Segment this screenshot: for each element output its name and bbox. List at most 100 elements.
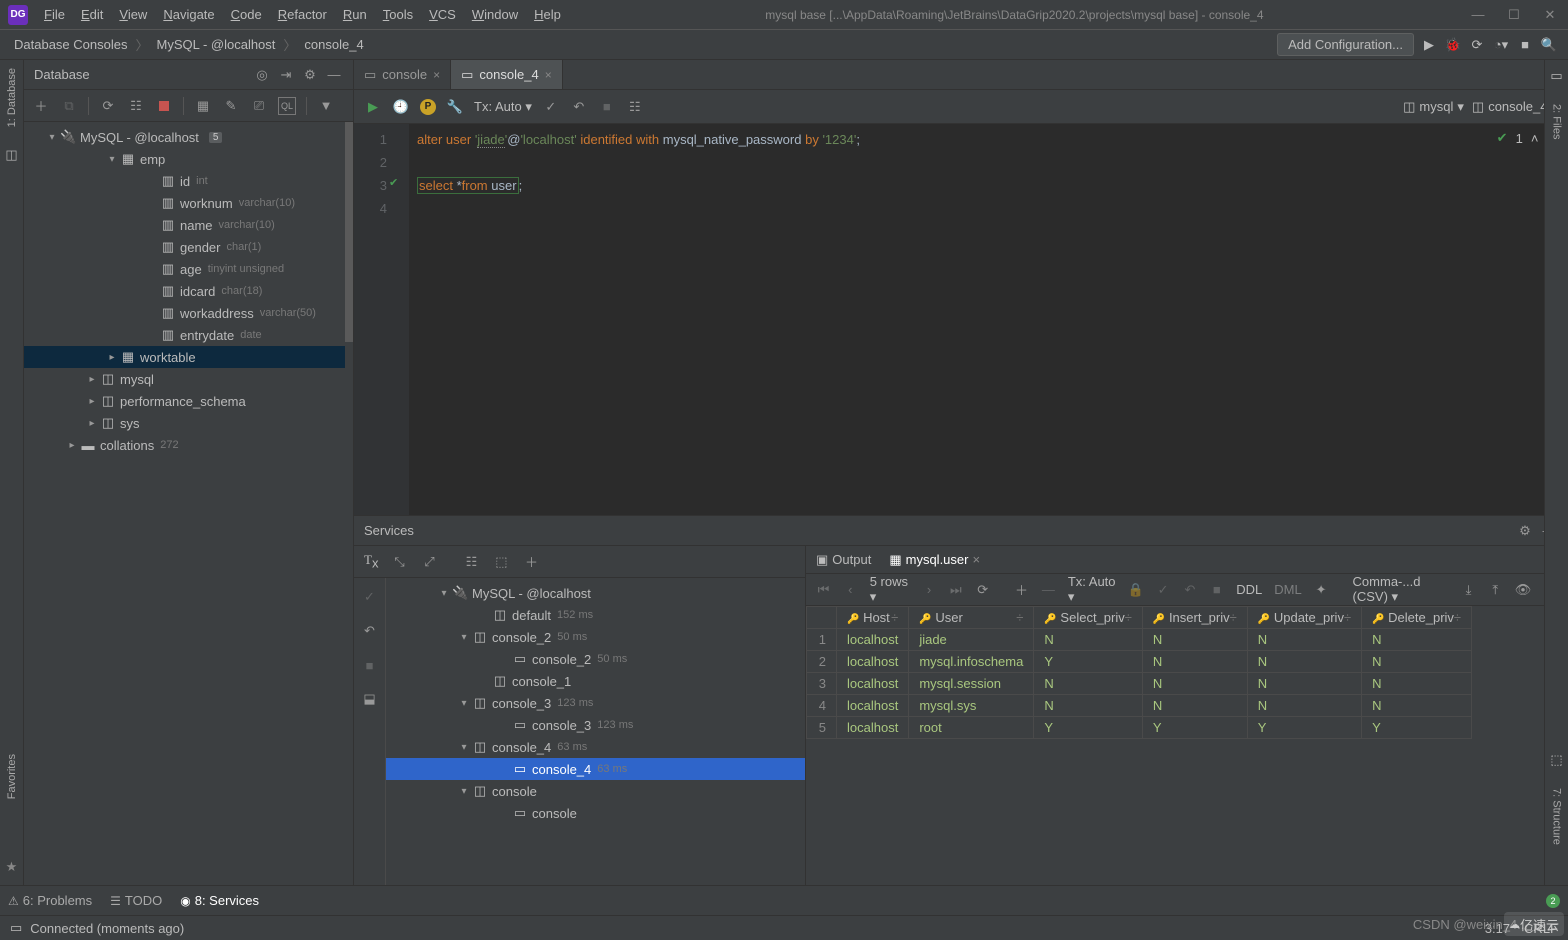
filter-icon[interactable]: ▼ (317, 97, 335, 115)
service-item-mysql-localhost[interactable]: ▾🔌MySQL - @localhost (386, 582, 805, 604)
commit-icon[interactable]: ✓ (542, 98, 560, 116)
result-tab-output[interactable]: ▣ Output (816, 552, 871, 568)
ddl-button[interactable]: DDL (1236, 582, 1262, 597)
undo-icon[interactable]: ↶ (361, 622, 379, 640)
close-icon[interactable]: × (972, 552, 980, 567)
tree-item-sys[interactable]: ▸◫sys (24, 412, 353, 434)
menu-help[interactable]: Help (526, 7, 569, 22)
datasource-icon[interactable]: ◫ (5, 147, 17, 163)
todo-tab[interactable]: ☰ TODO (110, 893, 162, 908)
tree-item-workaddress[interactable]: ▥workaddressvarchar(50) (24, 302, 353, 324)
tree-item-gender[interactable]: ▥genderchar(1) (24, 236, 353, 258)
table-row[interactable]: 2localhostmysql.infoschemaYNNN (807, 651, 1472, 673)
table-icon[interactable]: ▦ (194, 97, 212, 115)
services-tree[interactable]: ▾🔌MySQL - @localhost◫default152 ms ▾◫cons… (386, 578, 805, 885)
database-tool-button[interactable]: 1: Database (6, 68, 18, 127)
result-tab-mysql-user[interactable]: ▦ mysql.user × (889, 552, 980, 568)
service-item-default[interactable]: ◫default152 ms (386, 604, 805, 626)
execute-icon[interactable]: ▶ (364, 98, 382, 116)
tree-item-mysql-localhost[interactable]: ▾🔌MySQL - @localhost5 (24, 126, 353, 148)
tree-item-idcard[interactable]: ▥idcardchar(18) (24, 280, 353, 302)
inspection-icon[interactable]: ✔ (1497, 130, 1508, 146)
lock-icon[interactable]: 🔒 (1128, 581, 1144, 599)
run-icon[interactable]: ▶ (1420, 36, 1438, 54)
upload-icon[interactable]: ⤒ (1488, 581, 1503, 599)
service-item-console_3[interactable]: ▾◫console_3123 ms (386, 692, 805, 714)
profile-icon[interactable]: ◔▾ (1492, 36, 1510, 54)
menu-run[interactable]: Run (335, 7, 375, 22)
menu-window[interactable]: Window (464, 7, 526, 22)
service-item-console[interactable]: ▭console (386, 802, 805, 824)
ql-icon[interactable]: QL (278, 97, 296, 115)
download-icon[interactable]: ⤓ (1461, 581, 1476, 599)
last-page-icon[interactable]: ⏭ (948, 581, 963, 599)
prev-page-icon[interactable]: ‹ (843, 581, 858, 599)
compare-icon[interactable]: ✦ (1314, 581, 1329, 599)
tx-mode-select[interactable]: Tx: Auto ▾ (474, 99, 532, 115)
close-button[interactable]: ✕ (1532, 7, 1568, 23)
menu-file[interactable]: File (36, 7, 73, 22)
favorites-tool-button[interactable]: Favorites (6, 754, 18, 799)
menu-view[interactable]: View (111, 7, 155, 22)
notification-badge[interactable]: 2 (1546, 894, 1560, 908)
check-icon[interactable]: ✓ (361, 588, 379, 606)
add-row-icon[interactable]: ＋ (1014, 581, 1029, 599)
view-icon[interactable]: ☷ (626, 98, 644, 116)
column-header[interactable]: 🔑 Host ÷ (837, 607, 909, 629)
tree-item-emp[interactable]: ▾▦emp (24, 148, 353, 170)
files-icon[interactable]: ▭ (1550, 68, 1562, 84)
target-icon[interactable]: ◎ (253, 66, 271, 84)
compare-icon[interactable]: ⬓ (361, 690, 379, 708)
settings-icon[interactable]: ⚙ (301, 66, 319, 84)
stop-icon[interactable]: ■ (361, 656, 379, 674)
event-log-icon[interactable]: ▭ (10, 920, 22, 936)
eye-icon[interactable]: 👁 (1515, 581, 1532, 599)
next-page-icon[interactable]: › (922, 581, 937, 599)
refresh-icon[interactable]: ⟳ (99, 97, 117, 115)
hide-icon[interactable]: — (325, 66, 343, 84)
tree-item-worktable[interactable]: ▸▦worktable (24, 346, 353, 368)
tree-item-mysql[interactable]: ▸◫mysql (24, 368, 353, 390)
datasource-select[interactable]: ◫ mysql ▾ (1403, 99, 1464, 115)
coverage-icon[interactable]: ⟳ (1468, 36, 1486, 54)
remove-row-icon[interactable]: — (1041, 581, 1056, 599)
group-icon[interactable]: ☷ (462, 553, 480, 571)
database-tree[interactable]: ▾🔌MySQL - @localhost5▾▦emp▥idint▥worknum… (24, 122, 353, 885)
column-header[interactable]: 🔑 Insert_priv ÷ (1142, 607, 1247, 629)
menu-navigate[interactable]: Navigate (155, 7, 222, 22)
result-grid[interactable]: 🔑 Host ÷🔑 User ÷🔑 Select_priv ÷🔑 Insert_… (806, 606, 1568, 885)
service-item-console_4[interactable]: ▭console_463 ms (386, 758, 805, 780)
tree-item-collations[interactable]: ▸▬collations272 (24, 434, 353, 456)
layout-icon[interactable]: ⬚ (492, 553, 510, 571)
collapse-icon[interactable]: ⤢ (420, 553, 438, 571)
menu-edit[interactable]: Edit (73, 7, 111, 22)
problems-tab[interactable]: ⚠ 6: Problems (8, 893, 92, 908)
structure-icon[interactable]: ⬚ (1550, 752, 1562, 768)
services-tab[interactable]: ◉ 8: Services (180, 893, 259, 908)
row-count[interactable]: 5 rows ▾ (870, 574, 910, 605)
explain-icon[interactable]: P (420, 99, 436, 115)
menu-refactor[interactable]: Refactor (270, 7, 335, 22)
close-icon[interactable]: × (545, 68, 552, 82)
files-tool-button[interactable]: 2: Files (1551, 104, 1563, 139)
export-format-select[interactable]: Comma-...d (CSV) ▾ (1353, 574, 1449, 605)
table-row[interactable]: 3localhostmysql.sessionNNNN (807, 673, 1472, 695)
service-item-console_2[interactable]: ▭console_250 ms (386, 648, 805, 670)
tree-item-name[interactable]: ▥namevarchar(10) (24, 214, 353, 236)
table-row[interactable]: 4localhostmysql.sysNNNN (807, 695, 1472, 717)
menu-tools[interactable]: Tools (375, 7, 421, 22)
tab-console[interactable]: ▭console× (354, 60, 451, 89)
table-row[interactable]: 5localhostrootYYYY (807, 717, 1472, 739)
tree-item-performance_schema[interactable]: ▸◫performance_schema (24, 390, 353, 412)
tree-item-id[interactable]: ▥idint (24, 170, 353, 192)
expand-icon[interactable]: ⤡ (390, 553, 408, 571)
service-item-console_1[interactable]: ◫console_1 (386, 670, 805, 692)
sync-icon[interactable]: ☷ (127, 97, 145, 115)
console-icon[interactable]: ⎚ (250, 97, 268, 115)
maximize-button[interactable]: ☐ (1496, 7, 1532, 23)
prev-highlight-icon[interactable]: ˄ (1531, 131, 1539, 146)
search-icon[interactable]: 🔍 (1540, 36, 1558, 54)
column-header[interactable]: 🔑 Update_priv ÷ (1247, 607, 1361, 629)
stop-icon[interactable] (155, 97, 173, 115)
rollback-icon[interactable]: ↶ (570, 98, 588, 116)
